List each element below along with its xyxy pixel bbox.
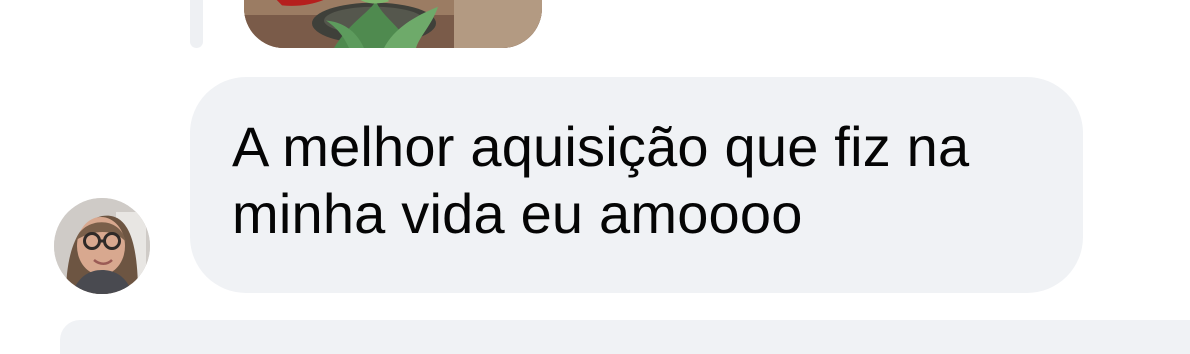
- tulip-photo-icon: [244, 0, 542, 48]
- next-comment-edge: [60, 320, 1190, 354]
- avatar[interactable]: [54, 198, 150, 294]
- profile-photo-icon: [54, 198, 150, 294]
- comment-bubble[interactable]: A melhor aquisição que fiz na minha vida…: [190, 77, 1083, 293]
- comment-thread: A melhor aquisição que fiz na minha vida…: [0, 0, 1190, 354]
- reply-thread-line: [190, 0, 203, 48]
- photo-attachment[interactable]: [244, 0, 542, 48]
- comment-text: A melhor aquisição que fiz na minha vida…: [232, 115, 970, 245]
